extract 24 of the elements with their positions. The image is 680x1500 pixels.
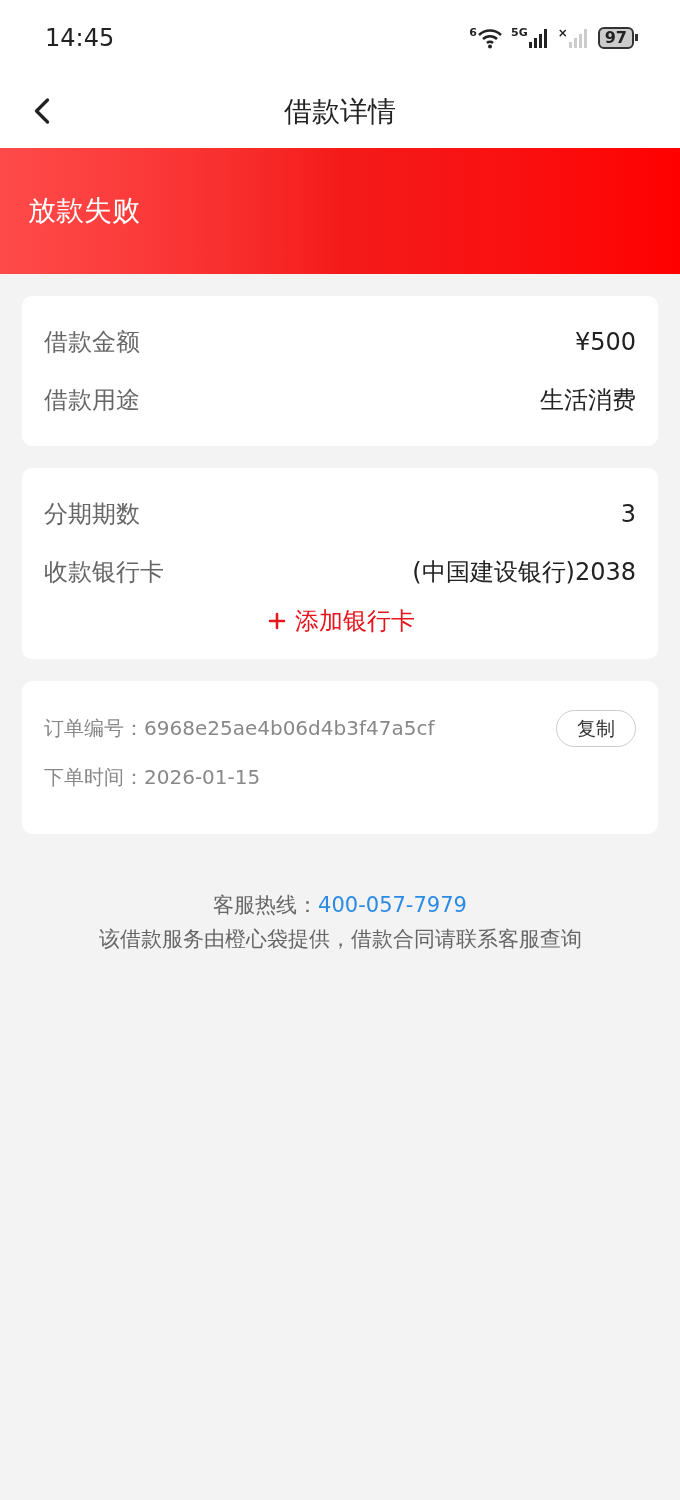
wifi-icon	[477, 26, 503, 49]
field-label: 分期期数	[44, 499, 140, 530]
hotline-link[interactable]: 400-057-7979	[318, 890, 467, 922]
signal-icon	[567, 26, 590, 49]
network-label: 5G	[511, 26, 528, 38]
wifi-label: 6	[469, 26, 477, 38]
field-value: 生活消费	[540, 385, 636, 416]
clock: 14:45	[45, 22, 115, 54]
field-label: 借款金额	[44, 327, 140, 358]
loan-status: 放款失败	[28, 193, 140, 229]
field-label: 收款银行卡	[44, 557, 164, 588]
field-value: ¥500	[574, 327, 636, 358]
field-value: (中国建设银行)2038	[412, 557, 636, 588]
field-value: 3	[620, 499, 636, 530]
service-note: 该借款服务由橙心袋提供，借款合同请联系客服查询	[98, 925, 582, 953]
no-sim-mark: ×	[557, 26, 568, 39]
hotline-label: 客服热线：	[213, 892, 319, 919]
order-number: 订单编号：6968e25ae4b06d4b3f47a5cf	[44, 715, 435, 742]
page-title: 借款详情	[284, 93, 396, 130]
signal-icon	[527, 26, 550, 49]
add-bank-card-button[interactable]: 添加银行卡	[265, 603, 415, 639]
field-label: 借款用途	[44, 385, 140, 416]
battery-indicator: 97	[597, 26, 634, 49]
order-time: 下单时间：2026-01-15	[44, 764, 261, 791]
